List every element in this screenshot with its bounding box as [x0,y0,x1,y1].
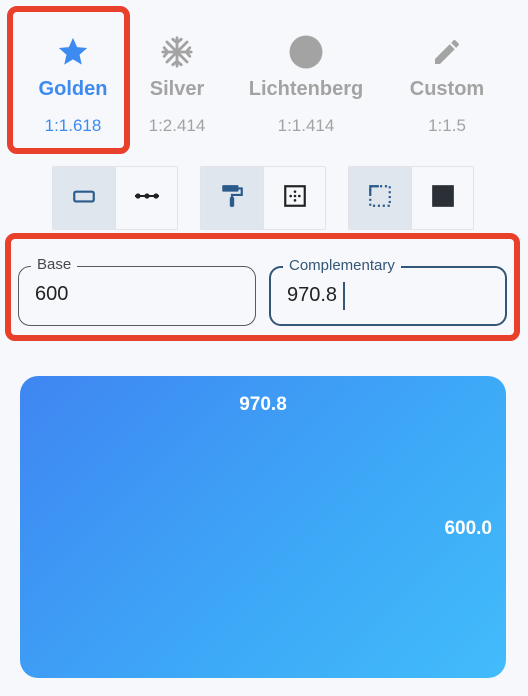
golden-highlight-box [7,6,130,154]
dashed-corner-square-icon [367,183,393,214]
inputs-highlight-box [5,233,520,341]
shape-toggle-group [52,166,178,230]
preview-height-label: 600.0 [444,518,492,539]
filled-toggle[interactable] [411,167,473,229]
line-toggle[interactable] [115,167,177,229]
style-toggle-group [200,166,326,230]
circle-icon [288,34,324,70]
ratio-option-lichtenberg[interactable]: Lichtenberg 1:1.414 [236,0,376,160]
border-inner-dots-icon [282,183,308,214]
ratio-option-custom[interactable]: Custom 1:1.5 [396,0,498,160]
paint-roller-icon [219,183,245,214]
ratio-value: 1:2.414 [148,116,206,135]
filled-square-icon [430,183,456,214]
snowflake-icon [159,34,195,70]
rectangle-outline-icon [71,183,97,214]
fill-toggle-group [348,166,474,230]
ratio-option-silver[interactable]: Silver 1:2.414 [130,0,224,160]
preview-width-label: 970.8 [239,394,287,415]
border-toggle[interactable] [263,167,325,229]
ratio-preview: 970.8 600.0 [20,376,506,678]
ratio-name: Lichtenberg [248,78,364,100]
outline-toggle[interactable] [349,167,411,229]
ratio-value: 1:1.5 [428,116,466,135]
ratio-name: Custom [409,78,485,100]
ratio-name: Silver [149,78,205,100]
rectangle-toggle[interactable] [53,167,115,229]
pencil-icon [429,34,465,70]
paint-toggle[interactable] [201,167,263,229]
dotted-line-icon [133,183,161,214]
ratio-value: 1:1.414 [277,116,335,135]
